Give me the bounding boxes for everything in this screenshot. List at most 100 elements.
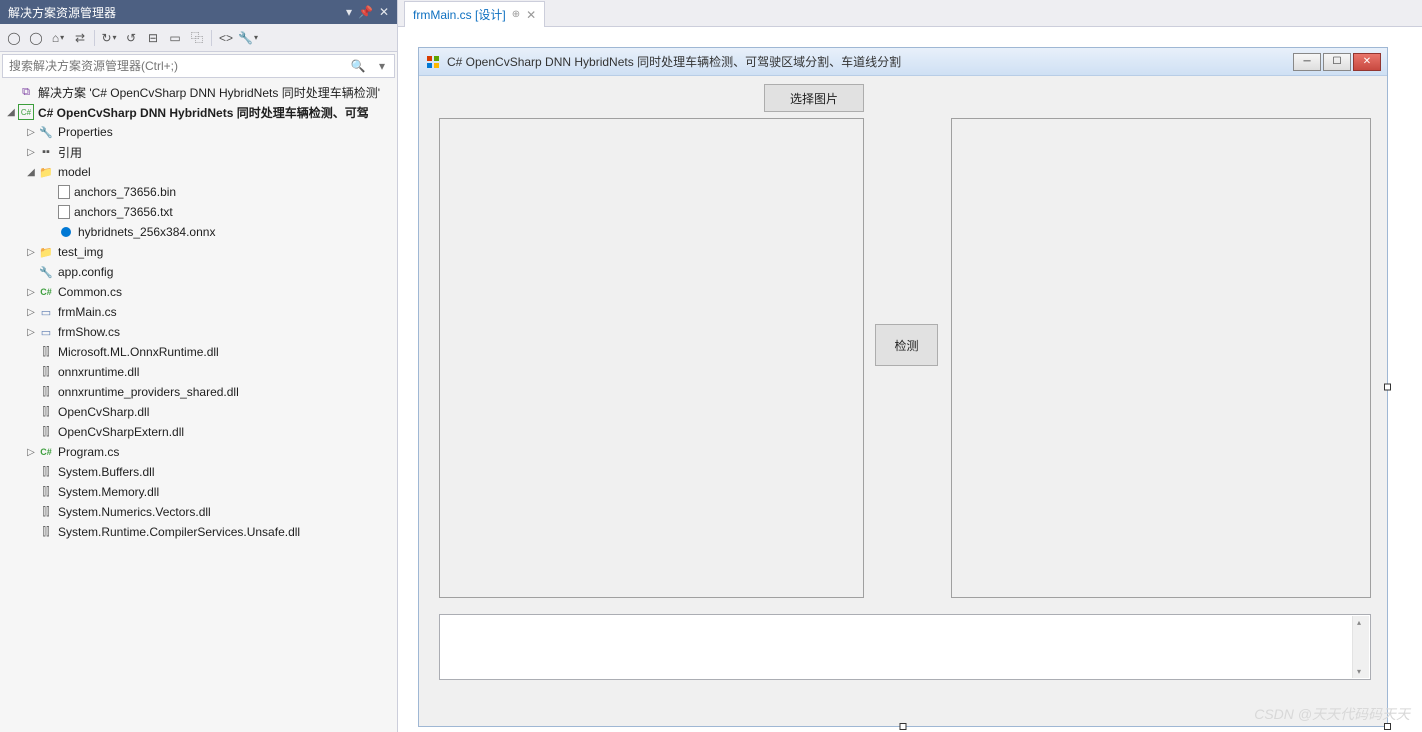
project-node[interactable]: ◢ C# C# OpenCvSharp DNN HybridNets 同时处理车… [0, 102, 397, 122]
tab-bar: frmMain.cs [设计] ⊕ ✕ [398, 0, 1422, 27]
ms-onnx-dll-node[interactable]: ⫿⫿ Microsoft.ML.OnnxRuntime.dll [0, 342, 397, 362]
scrollbar[interactable] [1352, 616, 1369, 678]
csproj-icon: C# [18, 104, 34, 120]
dll-icon: ⫿⫿ [38, 484, 54, 500]
show-all-button[interactable]: ▭ [165, 28, 185, 48]
select-image-button[interactable]: 选择图片 [764, 84, 864, 112]
opencvsharp-extern-dll-node[interactable]: ⫿⫿ OpenCvSharpExtern.dll [0, 422, 397, 442]
expander-icon[interactable]: ▷ [24, 147, 38, 158]
config-icon: 🔧 [38, 264, 54, 280]
form-icon: ▭ [38, 324, 54, 340]
properties-button[interactable]: 🔧 [238, 28, 258, 48]
winform-body: 选择图片 检测 [419, 76, 1387, 726]
dropdown-icon[interactable]: ▾ [346, 5, 352, 19]
expander-icon[interactable]: ▷ [24, 247, 38, 258]
cs-icon: C# [38, 284, 54, 300]
panel-title: 解决方案资源管理器 [8, 4, 346, 21]
system-memory-dll-node[interactable]: ⫿⫿ System.Memory.dll [0, 482, 397, 502]
dll-icon: ⫿⫿ [38, 464, 54, 480]
properties-node[interactable]: ▷ 🔧 Properties [0, 122, 397, 142]
solution-explorer-header: 解决方案资源管理器 ▾ 📌 ✕ [0, 0, 397, 24]
onnxruntime-dll-node[interactable]: ⫿⫿ onnxruntime.dll [0, 362, 397, 382]
view-code-button[interactable]: <> [216, 28, 236, 48]
expander-icon[interactable]: ▷ [24, 327, 38, 338]
detect-button[interactable]: 检测 [875, 324, 938, 366]
designer-panel: frmMain.cs [设计] ⊕ ✕ C# OpenCvSharp DNN H… [398, 0, 1422, 732]
solution-node[interactable]: ⧉ 解决方案 'C# OpenCvSharp DNN HybridNets 同时… [0, 82, 397, 102]
solution-explorer-panel: 解决方案资源管理器 ▾ 📌 ✕ ◯ ◯ ⌂ ⇄ ↻ ↺ ⊟ ▭ ⿻ <> 🔧 🔍 [0, 0, 398, 732]
program-cs-node[interactable]: ▷ C# Program.cs [0, 442, 397, 462]
system-numerics-dll-node[interactable]: ⫿⫿ System.Numerics.Vectors.dll [0, 502, 397, 522]
solution-icon: ⧉ [18, 84, 34, 100]
system-buffers-dll-node[interactable]: ⫿⫿ System.Buffers.dll [0, 462, 397, 482]
resize-handle-corner[interactable] [1384, 723, 1391, 730]
search-dropdown-icon[interactable]: ▾ [370, 59, 394, 73]
file-icon [58, 205, 70, 219]
common-cs-node[interactable]: ▷ C# Common.cs [0, 282, 397, 302]
dll-icon: ⫿⫿ [38, 384, 54, 400]
search-input[interactable] [3, 59, 346, 73]
form-icon: ▭ [38, 304, 54, 320]
output-textbox[interactable] [439, 614, 1371, 680]
resize-handle-bottom[interactable] [900, 723, 907, 730]
dll-icon: ⫿⫿ [38, 344, 54, 360]
expander-icon[interactable]: ▷ [24, 127, 38, 138]
copy-button[interactable]: ⿻ [187, 28, 207, 48]
dll-icon: ⫿⫿ [38, 504, 54, 520]
output-image-panel[interactable] [951, 118, 1371, 598]
expander-icon[interactable]: ◢ [4, 107, 18, 118]
folder-icon: 📁 [38, 164, 54, 180]
test-img-folder-node[interactable]: ▷ 📁 test_img [0, 242, 397, 262]
close-icon[interactable]: ✕ [526, 8, 536, 22]
search-icon[interactable]: 🔍 [346, 59, 370, 73]
dll-icon: ⫿⫿ [38, 524, 54, 540]
resize-handle-right[interactable] [1384, 384, 1391, 391]
expander-icon[interactable]: ▷ [24, 287, 38, 298]
tab-frmmain-design[interactable]: frmMain.cs [设计] ⊕ ✕ [404, 1, 545, 27]
close-icon[interactable]: ✕ [379, 5, 389, 19]
file-icon [58, 185, 70, 199]
input-image-panel[interactable] [439, 118, 864, 598]
references-node[interactable]: ▷ ▪▪ 引用 [0, 142, 397, 162]
onnx-file-node[interactable]: hybridnets_256x384.onnx [0, 222, 397, 242]
back-button[interactable]: ◯ [4, 28, 24, 48]
close-button[interactable]: ✕ [1353, 53, 1381, 71]
pin-icon[interactable]: ⊕ [512, 9, 520, 20]
expander-icon[interactable]: ▷ [24, 307, 38, 318]
onnxruntime-prov-dll-node[interactable]: ⫿⫿ onnxruntime_providers_shared.dll [0, 382, 397, 402]
pending-changes-button[interactable]: ↻ [99, 28, 119, 48]
minimize-button[interactable]: ─ [1293, 53, 1321, 71]
app-config-node[interactable]: 🔧 app.config [0, 262, 397, 282]
search-box: 🔍 ▾ [2, 54, 395, 78]
winform-title: C# OpenCvSharp DNN HybridNets 同时处理车辆检测、可… [447, 53, 1293, 70]
model-folder-node[interactable]: ◢ 📁 model [0, 162, 397, 182]
dll-icon: ⫿⫿ [38, 404, 54, 420]
winform-titlebar: C# OpenCvSharp DNN HybridNets 同时处理车辆检测、可… [419, 48, 1387, 76]
pin-icon[interactable]: 📌 [358, 5, 373, 19]
home-button[interactable]: ⌂ [48, 28, 68, 48]
maximize-button[interactable]: ☐ [1323, 53, 1351, 71]
collapse-button[interactable]: ⊟ [143, 28, 163, 48]
solution-tree: ⧉ 解决方案 'C# OpenCvSharp DNN HybridNets 同时… [0, 80, 397, 732]
refresh-button[interactable]: ↺ [121, 28, 141, 48]
anchors-bin-node[interactable]: anchors_73656.bin [0, 182, 397, 202]
winform-frmmain[interactable]: C# OpenCvSharp DNN HybridNets 同时处理车辆检测、可… [418, 47, 1388, 727]
cs-icon: C# [38, 444, 54, 460]
solution-explorer-toolbar: ◯ ◯ ⌂ ⇄ ↻ ↺ ⊟ ▭ ⿻ <> 🔧 [0, 24, 397, 52]
system-runtime-dll-node[interactable]: ⫿⫿ System.Runtime.CompilerServices.Unsaf… [0, 522, 397, 542]
folder-icon: 📁 [38, 244, 54, 260]
dll-icon: ⫿⫿ [38, 364, 54, 380]
onnx-icon [58, 224, 74, 240]
tab-label: frmMain.cs [设计] [413, 6, 506, 23]
designer-surface[interactable]: C# OpenCvSharp DNN HybridNets 同时处理车辆检测、可… [398, 27, 1422, 732]
anchors-txt-node[interactable]: anchors_73656.txt [0, 202, 397, 222]
frmshow-cs-node[interactable]: ▷ ▭ frmShow.cs [0, 322, 397, 342]
forward-button[interactable]: ◯ [26, 28, 46, 48]
sync-button[interactable]: ⇄ [70, 28, 90, 48]
frmmain-cs-node[interactable]: ▷ ▭ frmMain.cs [0, 302, 397, 322]
expander-icon[interactable]: ▷ [24, 447, 38, 458]
expander-icon[interactable]: ◢ [24, 167, 38, 178]
wrench-icon: 🔧 [38, 124, 54, 140]
opencvsharp-dll-node[interactable]: ⫿⫿ OpenCvSharp.dll [0, 402, 397, 422]
winform-app-icon [425, 54, 441, 70]
